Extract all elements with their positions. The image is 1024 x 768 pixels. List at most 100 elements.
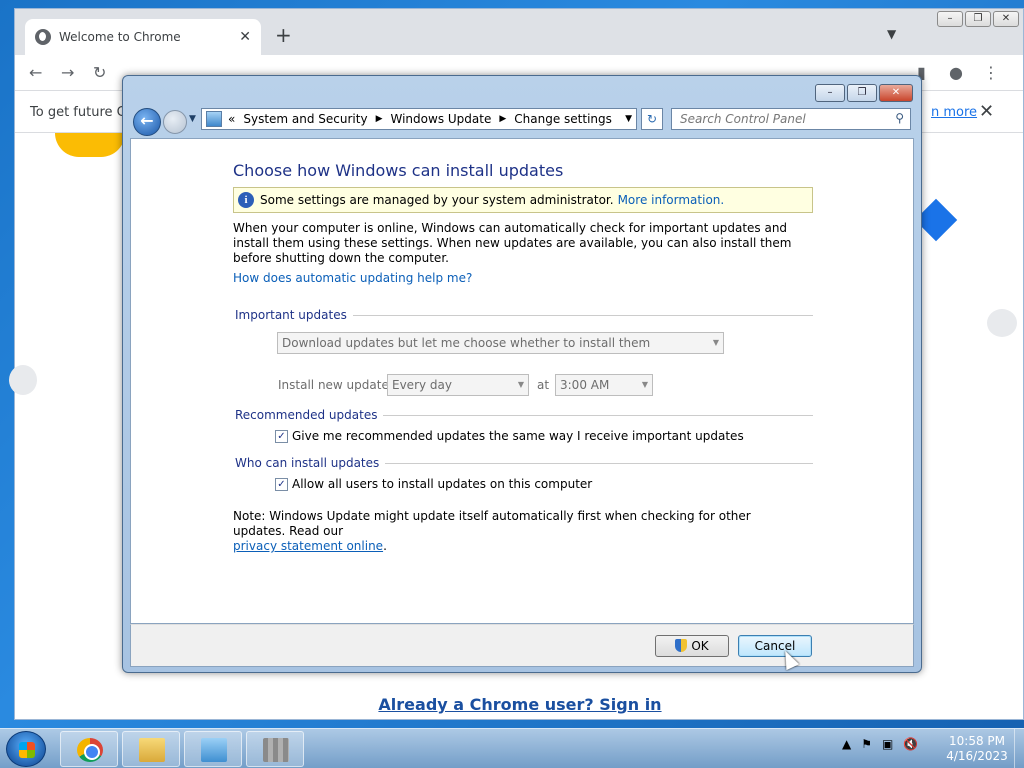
update-mode-value: Download updates but let me choose wheth… <box>282 336 651 350</box>
allow-all-users-checkbox-row[interactable]: ✓ Allow all users to install updates on … <box>275 477 592 491</box>
search-input[interactable]: Search Control Panel ⚲ <box>671 108 911 130</box>
update-mode-select[interactable]: Download updates but let me choose wheth… <box>277 332 724 354</box>
note-body: Note: Windows Update might update itself… <box>233 509 751 538</box>
profile-icon[interactable]: ● <box>949 63 963 82</box>
decorative-shape <box>55 133 125 157</box>
important-updates-label: Important updates <box>235 308 347 322</box>
ok-label: OK <box>691 639 709 653</box>
minimize-button[interactable]: – <box>815 84 845 102</box>
help-link[interactable]: How does automatic updating help me? <box>233 271 472 285</box>
network-icon[interactable]: ▣ <box>882 737 893 751</box>
allow-all-users-checkbox[interactable]: ✓ <box>275 477 288 491</box>
show-hidden-icons-icon[interactable]: ▲ <box>842 737 851 751</box>
frequency-select[interactable]: Every day ▼ <box>387 374 529 396</box>
uac-shield-icon <box>675 639 688 652</box>
tab-title: Welcome to Chrome <box>59 30 181 44</box>
maximize-button[interactable]: ❐ <box>965 11 991 27</box>
taskbar-explorer[interactable] <box>122 731 180 767</box>
control-panel-icon <box>206 111 222 127</box>
install-new-updates-label: Install new updates: <box>278 378 400 392</box>
page-title: Choose how Windows can install updates <box>233 161 564 180</box>
taskbar-control-panel[interactable] <box>184 731 242 767</box>
recommended-updates-checkbox-row[interactable]: ✓ Give me recommended updates the same w… <box>275 429 744 443</box>
decorative-shape <box>987 309 1017 337</box>
divider <box>352 314 813 316</box>
time-select[interactable]: 3:00 AM ▼ <box>555 374 653 396</box>
admin-banner-text: Some settings are managed by your system… <box>260 193 614 207</box>
window-controls: – ❐ ✕ <box>815 84 913 102</box>
taskbar-chrome[interactable] <box>60 731 118 767</box>
who-can-install-header: Who can install updates <box>235 456 813 470</box>
start-button[interactable] <box>6 731 46 767</box>
taskbar-app[interactable] <box>246 731 304 767</box>
app-icon <box>263 738 289 762</box>
maximize-button[interactable]: ❐ <box>847 84 877 102</box>
recent-pages-chevron-icon[interactable]: ▼ <box>189 114 196 124</box>
taskbar: ▲ ⚑ ▣ 🔇 10:58 PM 4/16/2023 <box>0 728 1024 768</box>
show-desktop-button[interactable] <box>1014 729 1024 768</box>
chrome-tab[interactable]: Welcome to Chrome ✕ <box>25 19 261 55</box>
infobar-text: To get future Go <box>30 105 135 120</box>
intro-text: When your computer is online, Windows ca… <box>233 221 792 265</box>
breadcrumb-windows-update[interactable]: Windows Update <box>391 112 492 126</box>
learn-more-link[interactable]: n more <box>931 105 977 120</box>
privacy-statement-link[interactable]: privacy statement online <box>233 539 383 553</box>
address-dropdown-icon[interactable]: ▼ <box>625 114 632 124</box>
chevron-down-icon: ▼ <box>712 338 719 347</box>
back-arrow-icon[interactable]: ← <box>29 63 42 82</box>
divider <box>385 462 813 464</box>
signin-link[interactable]: Already a Chrome user? Sign in <box>15 695 1024 714</box>
navigation-bar: ← ▼ « System and Security ▶ Windows Upda… <box>131 106 915 136</box>
back-button[interactable]: ← <box>133 108 161 136</box>
search-icon[interactable]: ⚲ <box>895 111 904 125</box>
cancel-button[interactable]: Cancel <box>738 635 812 657</box>
refresh-button[interactable]: ↻ <box>641 108 663 130</box>
flag-icon[interactable]: ⚑ <box>861 737 872 751</box>
at-label: at <box>537 378 550 392</box>
control-panel-window: – ❐ ✕ ← ▼ « System and Security ▶ Window… <box>122 75 922 673</box>
forward-arrow-icon[interactable]: → <box>61 63 74 82</box>
divider <box>383 414 813 416</box>
globe-icon <box>35 29 51 45</box>
chevron-down-icon: ▼ <box>641 380 648 389</box>
menu-icon[interactable]: ⋮ <box>983 63 999 82</box>
address-bar[interactable]: « System and Security ▶ Windows Update ▶… <box>201 108 637 130</box>
recommended-updates-label: Recommended updates <box>235 408 378 422</box>
decorative-shape <box>9 365 37 395</box>
clock[interactable]: 10:58 PM 4/16/2023 <box>942 734 1012 764</box>
breadcrumb-arrow-icon[interactable]: ▶ <box>376 114 383 124</box>
chevron-down-icon: ▼ <box>517 380 524 389</box>
chevron-down-icon[interactable]: ▼ <box>887 27 896 41</box>
more-information-link[interactable]: More information. <box>618 193 725 207</box>
clock-date: 4/16/2023 <box>946 749 1008 763</box>
close-button[interactable]: ✕ <box>993 11 1019 27</box>
note-end: . <box>383 539 387 553</box>
system-tray: ▲ ⚑ ▣ 🔇 <box>842 737 918 751</box>
folder-icon <box>139 738 165 762</box>
breadcrumb-arrow-icon[interactable]: ▶ <box>499 114 506 124</box>
breadcrumb-prefix[interactable]: « <box>228 112 235 126</box>
search-placeholder: Search Control Panel <box>680 112 806 126</box>
breadcrumb-system-security[interactable]: System and Security <box>243 112 367 126</box>
note-text: Note: Windows Update might update itself… <box>233 509 803 554</box>
tab-close-icon[interactable]: ✕ <box>239 29 251 45</box>
info-icon: i <box>238 192 254 208</box>
minimize-button[interactable]: – <box>937 11 963 27</box>
allow-all-users-checkbox-label[interactable]: Allow all users to install updates on th… <box>292 477 592 491</box>
windows-logo-icon <box>19 742 35 758</box>
forward-button[interactable] <box>163 110 187 134</box>
admin-banner: i Some settings are managed by your syst… <box>233 187 813 213</box>
recommended-updates-checkbox[interactable]: ✓ <box>275 429 288 443</box>
recommended-updates-checkbox-label[interactable]: Give me recommended updates the same way… <box>292 429 744 443</box>
frequency-value: Every day <box>392 378 452 392</box>
reload-icon[interactable]: ↻ <box>93 63 106 82</box>
ok-button[interactable]: OK <box>655 635 729 657</box>
volume-muted-icon[interactable]: 🔇 <box>903 737 918 751</box>
chrome-icon <box>77 738 103 762</box>
who-can-install-label: Who can install updates <box>235 456 380 470</box>
infobar-close-icon[interactable]: ✕ <box>979 101 994 122</box>
chrome-window-controls: – ❐ ✕ <box>937 11 1019 27</box>
breadcrumb-change-settings[interactable]: Change settings <box>514 112 612 126</box>
new-tab-button[interactable]: + <box>275 23 292 47</box>
close-button[interactable]: ✕ <box>879 84 913 102</box>
